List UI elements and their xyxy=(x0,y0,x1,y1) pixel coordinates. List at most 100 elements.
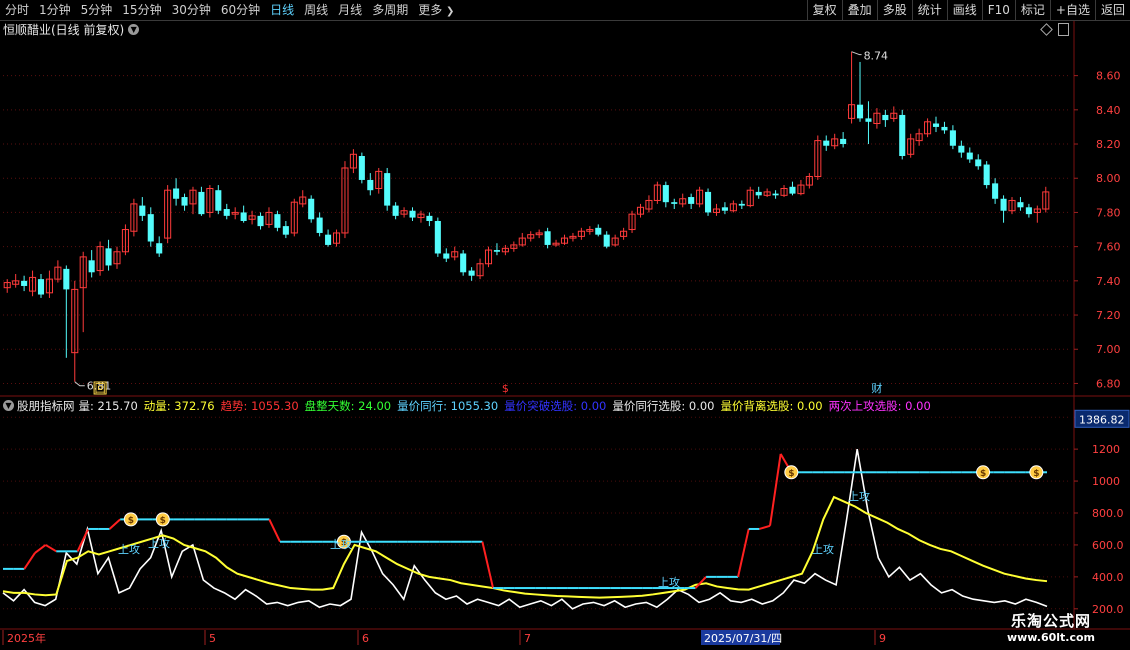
indicator-tick-label: 1400 xyxy=(1092,411,1120,424)
candle-body xyxy=(1017,202,1024,208)
candle-body xyxy=(121,229,129,253)
candle-body xyxy=(949,130,956,146)
function-toolbar: 复权 叠加 多股 统计 画线 F10 标记 +自选 返回 xyxy=(806,0,1130,20)
panel-toggle-icon[interactable] xyxy=(1058,23,1069,36)
indicator-value: 量价突破选股: 0.00 xyxy=(504,398,607,413)
toolbar-button[interactable]: 复权 xyxy=(806,0,842,20)
candle-body xyxy=(332,232,341,244)
tab-timeframe[interactable]: 周线 xyxy=(299,0,333,20)
attack-label: 上攻 xyxy=(848,489,870,503)
candle-body xyxy=(198,191,205,215)
candle-body xyxy=(856,104,864,119)
attack-label: 上攻 xyxy=(148,536,170,550)
candle-body xyxy=(37,279,45,295)
tab-timeframe[interactable]: 1分钟 xyxy=(34,0,76,20)
svg-text:$: $ xyxy=(788,469,794,479)
tab-timeframe[interactable]: 15分钟 xyxy=(117,0,166,20)
date-label: 7 xyxy=(524,632,531,645)
tab-timeframe[interactable]: 分时 xyxy=(0,0,34,20)
date-cursor-label: 2025/07/31/四 xyxy=(704,632,782,645)
candle-body xyxy=(45,278,53,294)
candle-body xyxy=(662,185,669,203)
candle-body xyxy=(924,121,932,135)
tab-timeframe[interactable]: 日线 xyxy=(265,0,299,20)
more-periods-button[interactable]: 更多 ❯ xyxy=(413,0,459,20)
timeframe-tabs: 分时 1分钟 5分钟 15分钟 30分钟 60分钟 日线 周线 月线 多周期 xyxy=(0,0,413,20)
candle-body xyxy=(763,191,771,196)
indicator-fields: 量: 215.70 动量: 372.76 趋势: 1055.30 盘整天数: 24.0… xyxy=(79,398,931,414)
attack-label: 上攻 xyxy=(330,537,352,551)
candle-body xyxy=(349,153,357,169)
toolbar-button[interactable]: 统计 xyxy=(911,0,947,20)
indicator-value: 盘整天数: 24.00 xyxy=(304,398,392,413)
candle-body xyxy=(983,164,990,186)
tab-timeframe[interactable]: 月线 xyxy=(333,0,367,20)
volume-line xyxy=(2,448,1048,610)
candle-body xyxy=(164,189,172,239)
candle-body xyxy=(729,203,737,212)
candle-body xyxy=(417,213,425,219)
money-bag-icon: $ xyxy=(155,512,170,527)
price-tick-label: 6.80 xyxy=(1096,377,1121,390)
chevron-down-icon[interactable]: ▼ xyxy=(128,24,140,35)
toolbar-button[interactable]: 多股 xyxy=(876,0,912,20)
toolbar-button[interactable]: 画线 xyxy=(946,0,982,20)
candle-body xyxy=(797,184,805,195)
date-cursor-box xyxy=(701,630,780,645)
trend-segment xyxy=(759,524,771,530)
chevron-down-icon[interactable]: ▼ xyxy=(3,400,14,411)
candle-body xyxy=(603,234,610,247)
candle-body xyxy=(12,280,20,285)
candle-body xyxy=(392,205,399,216)
date-label: 9 xyxy=(879,632,886,645)
candle-body xyxy=(721,207,728,211)
money-bag-icon: $ xyxy=(976,465,991,480)
candle-body xyxy=(831,138,839,147)
candle-body xyxy=(63,268,70,290)
candle-body xyxy=(113,251,121,265)
chevron-right-icon: ❯ xyxy=(446,6,455,17)
toolbar-button[interactable]: 返回 xyxy=(1094,0,1130,20)
candle-body xyxy=(932,123,940,127)
tab-timeframe[interactable]: 60分钟 xyxy=(216,0,265,20)
diamond-icon[interactable] xyxy=(1040,23,1053,36)
trend-segment xyxy=(45,544,57,553)
svg-text:$: $ xyxy=(160,516,166,526)
money-bag-icon: $ xyxy=(123,512,138,527)
price-tick-label: 7.40 xyxy=(1096,275,1121,288)
candle-body xyxy=(231,211,239,215)
svg-text:$: $ xyxy=(128,516,134,526)
toolbar-button[interactable]: 叠加 xyxy=(841,0,877,20)
price-tick-label: 7.80 xyxy=(1096,206,1121,219)
candle-body xyxy=(560,237,569,244)
candle-body xyxy=(527,234,535,239)
candle-body xyxy=(341,167,349,234)
logo-url: www.60lt.com xyxy=(1006,631,1096,644)
toolbar-button[interactable]: F10 xyxy=(981,0,1015,20)
candle-body xyxy=(476,263,484,277)
price-high-label: 8.74 xyxy=(864,50,889,63)
tab-timeframe[interactable]: 5分钟 xyxy=(76,0,118,20)
candle-body xyxy=(501,247,509,253)
candle-body xyxy=(712,208,721,213)
candle-body xyxy=(577,230,585,237)
candle-body xyxy=(772,193,779,196)
candle-body xyxy=(282,226,289,235)
tab-timeframe[interactable]: 30分钟 xyxy=(167,0,216,20)
toolbar-button[interactable]: +自选 xyxy=(1049,0,1095,20)
candle-body xyxy=(1008,199,1016,212)
trend-segment xyxy=(481,541,495,589)
trend-segment xyxy=(268,518,281,543)
indicator-tick-label: 600.0 xyxy=(1092,539,1124,552)
candle-body xyxy=(958,145,965,153)
candle-body xyxy=(814,140,822,178)
toolbar-button[interactable]: 标记 xyxy=(1014,0,1050,20)
trend-segment xyxy=(23,552,36,570)
candle-body xyxy=(265,211,273,225)
event-marker: 回 xyxy=(95,382,106,395)
money-bag-icon: $ xyxy=(1029,465,1044,480)
candle-body xyxy=(975,159,982,167)
candle-body xyxy=(1033,208,1041,213)
candle-body xyxy=(628,213,636,231)
tab-timeframe[interactable]: 多周期 xyxy=(367,0,413,20)
